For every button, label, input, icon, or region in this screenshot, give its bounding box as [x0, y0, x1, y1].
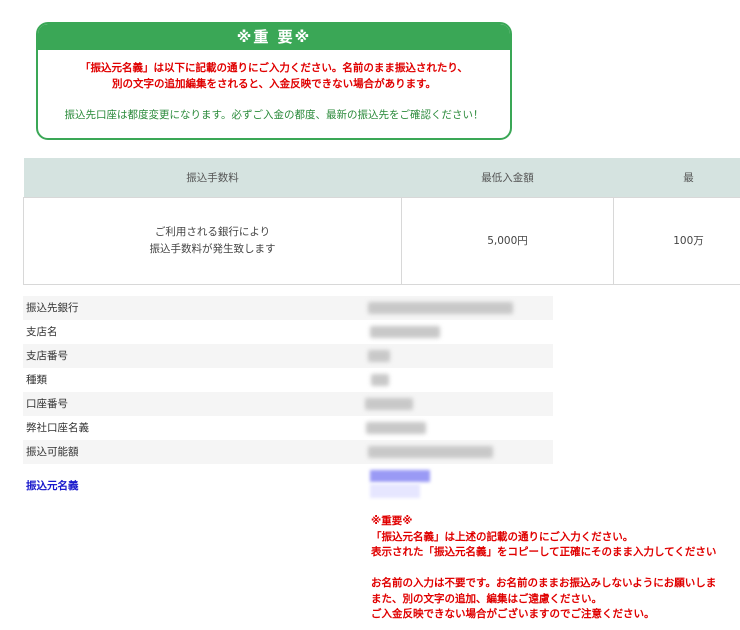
source-name-warning: ※重要※ 「振込元名義」は上述の記載の通りにご入力ください。 表示された「振込元… [371, 514, 740, 623]
warning-line: ご入金反映できない場合がございますのでご注意ください。 [371, 608, 655, 620]
branch-number-value-blurred [368, 350, 390, 362]
transfer-limit-label: 振込可能額 [26, 446, 79, 458]
account-holder-label: 弊社口座名義 [26, 422, 89, 434]
fees-header-row: 振込手数料 最低入金額 最 [23, 158, 740, 198]
notice-title: ※重 要※ [38, 24, 510, 50]
warning-line: 「振込元名義」は上述の記載の通りにご入力ください。 [371, 530, 634, 543]
account-type-label: 種類 [26, 374, 47, 386]
warning-spacer [371, 561, 740, 577]
bank-name-label: 振込先銀行 [26, 302, 79, 314]
account-holder-value-blurred [366, 422, 426, 434]
account-number-row: 口座番号 [23, 392, 553, 416]
account-holder-row: 弊社口座名義 [23, 416, 553, 440]
notice-warning-line-1: 「振込元名義」は以下に記載の通りにご入力ください。名前のまま振込されたり、 [80, 62, 468, 74]
fee-cell: ご利用される銀行により 振込手数料が発生致します [23, 197, 402, 285]
warning-line: お名前の入力は不要です。お名前のままお振込みしないようにお願いしま [371, 577, 717, 589]
account-type-value-blurred [371, 374, 389, 386]
source-name-copy-area-blurred[interactable] [370, 484, 420, 498]
warning-line: また、別の文字の追加、編集はご遠慮ください。 [371, 592, 602, 605]
fee-column-header: 振込手数料 [23, 158, 402, 198]
source-name-value-blurred[interactable] [370, 470, 430, 482]
branch-number-label: 支店番号 [26, 350, 68, 362]
min-amount-column-header: 最低入金額 [401, 158, 614, 198]
account-number-label: 口座番号 [26, 398, 68, 410]
branch-name-value-blurred [370, 326, 440, 338]
notice-account-change-line: 振込先口座は都度変更になります。必ずご入金の都度、最新の振込先をご確認ください！ [64, 109, 484, 121]
fee-text-line-2: 振込手数料が発生致します [149, 243, 276, 255]
branch-name-row: 支店名 [23, 320, 553, 344]
min-amount-cell: 5,000円 [401, 197, 614, 285]
warning-line: ※重要※ [371, 515, 413, 527]
fee-text-line-1: ご利用される銀行により [154, 226, 271, 238]
transfer-limit-value-blurred [368, 446, 493, 458]
transfer-limit-row: 振込可能額 [23, 440, 553, 464]
max-amount-cell: 100万 [613, 197, 740, 285]
fees-table: 振込手数料 最低入金額 最 ご利用される銀行により 振込手数料が発生致します 5… [23, 158, 740, 285]
account-type-row: 種類 [23, 368, 553, 392]
account-number-value-blurred [365, 398, 413, 410]
branch-name-label: 支店名 [26, 326, 58, 338]
notice-warning-line-2: 別の文字の追加編集をされると、入金反映できない場合があります。 [111, 78, 437, 90]
important-notice: ※重 要※ 「振込元名義」は以下に記載の通りにご入力ください。名前のまま振込され… [36, 22, 512, 140]
source-name-label: 振込元名義 [26, 480, 79, 492]
bank-name-value-blurred [368, 302, 513, 314]
branch-number-row: 支店番号 [23, 344, 553, 368]
bank-name-row: 振込先銀行 [23, 296, 553, 320]
fees-value-row: ご利用される銀行により 振込手数料が発生致します 5,000円 100万 [23, 197, 740, 285]
max-amount-column-header: 最 [613, 158, 740, 198]
warning-line: 表示された「振込元名義」をコピーして正確にそのまま入力してください [371, 546, 717, 558]
